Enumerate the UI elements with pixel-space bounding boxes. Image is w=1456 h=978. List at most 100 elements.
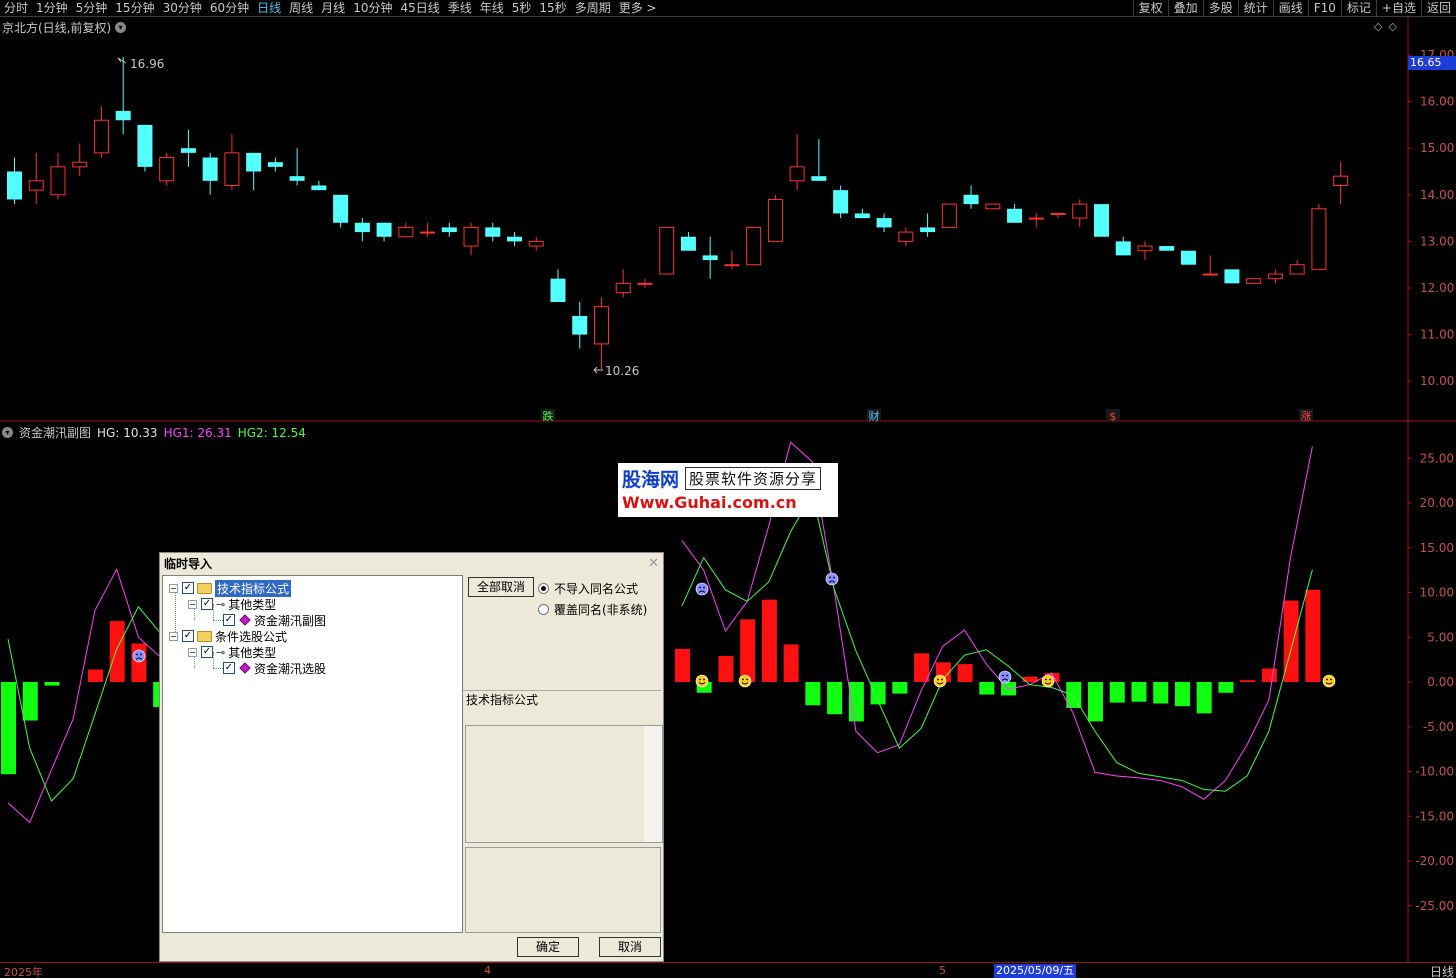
smiley-icon <box>1322 674 1336 688</box>
candle-body-down <box>702 255 718 261</box>
checkbox[interactable]: ✓ <box>201 646 213 658</box>
hist-bar-positive <box>131 643 147 682</box>
price-tick-label: 12.00 <box>1420 281 1454 295</box>
hist-bar-negative <box>44 682 60 686</box>
radio-skip-same-name[interactable]: 不导入同名公式 <box>538 580 638 597</box>
candle-body-down <box>1180 250 1196 265</box>
collapse-icon[interactable]: − <box>169 583 178 593</box>
frown-icon <box>825 572 839 586</box>
face-eye <box>941 678 943 681</box>
function-button-1[interactable]: 叠加 <box>1167 0 1203 17</box>
candle-body-up <box>1050 212 1066 215</box>
sub-tick-label: -5.00 <box>1423 720 1454 734</box>
frown-icon <box>998 670 1012 684</box>
max-arrow <box>117 57 127 64</box>
period-tab-12[interactable]: 年线 <box>476 0 508 17</box>
function-button-5[interactable]: F10 <box>1307 0 1341 17</box>
period-tab-11[interactable]: 季线 <box>444 0 476 17</box>
formula-description-box[interactable] <box>465 725 663 843</box>
function-button-4[interactable]: 画线 <box>1272 0 1308 17</box>
checkbox[interactable]: ✓ <box>201 598 213 610</box>
radio-overwrite[interactable]: 覆盖同名(非系统) <box>538 601 647 618</box>
period-tab-15[interactable]: 多周期 <box>571 0 615 17</box>
month-label-5: 5 <box>939 964 946 977</box>
candle-body-down <box>246 152 262 172</box>
function-button-7[interactable]: +自选 <box>1375 0 1421 17</box>
candle-body-down <box>854 213 870 219</box>
chevron-down-icon[interactable]: ▾ <box>115 22 127 33</box>
candle-body-up <box>28 180 44 191</box>
period-tab-14[interactable]: 15秒 <box>535 0 570 17</box>
candle-body-down <box>311 185 327 191</box>
period-tab-16[interactable]: 更多 > <box>615 0 661 17</box>
function-button-3[interactable]: 统计 <box>1237 0 1273 17</box>
scrollbar[interactable] <box>644 726 662 842</box>
close-icon[interactable]: ✕ <box>648 556 659 571</box>
close-small-icon[interactable]: ◇ <box>1388 20 1396 33</box>
candle-body-down <box>550 278 566 302</box>
face-eye <box>746 678 748 681</box>
function-button-6[interactable]: 标记 <box>1340 0 1376 17</box>
period-tab-13[interactable]: 5秒 <box>508 0 536 17</box>
tree-node-selection-formula[interactable]: ✓ 资金潮汛选股 <box>223 660 326 676</box>
period-tab-10[interactable]: 45日线 <box>396 0 443 17</box>
checkbox[interactable]: ✓ <box>182 630 194 642</box>
period-tab-3[interactable]: 15分钟 <box>111 0 158 17</box>
period-tab-1[interactable]: 1分钟 <box>32 0 72 17</box>
period-tab-5[interactable]: 60分钟 <box>206 0 253 17</box>
function-button-0[interactable]: 复权 <box>1132 0 1168 17</box>
period-tab-7[interactable]: 周线 <box>285 0 317 17</box>
hg-value: HG: 10.33 <box>97 425 158 440</box>
checkbox[interactable]: ✓ <box>223 662 235 674</box>
radio-button[interactable] <box>538 604 549 615</box>
candle-body-up <box>615 282 631 294</box>
period-tab-0[interactable]: 分时 <box>0 0 32 17</box>
period-tab-6[interactable]: 日线 <box>253 0 285 17</box>
candle-body-up <box>1311 208 1327 270</box>
face-eye <box>699 586 701 589</box>
formula-param-box[interactable] <box>465 847 661 933</box>
tree-label: 技术指标公式 <box>215 579 292 597</box>
function-button-2[interactable]: 多股 <box>1202 0 1238 17</box>
candle-body-down <box>876 218 892 228</box>
checkbox[interactable]: ✓ <box>182 582 194 594</box>
tree-node-subchart[interactable]: ✓ 资金潮汛副图 <box>223 612 326 628</box>
max-price-label: 16.96 <box>130 57 164 71</box>
period-tab-8[interactable]: 月线 <box>317 0 349 17</box>
dialog-title: 临时导入 <box>164 557 213 571</box>
chevron-down-icon[interactable]: ▾ <box>2 427 13 438</box>
period-tabs: 分时 1分钟 5分钟 15分钟 30分钟 60分钟 日线 周线 月线 10分钟 45日线 季线 年线 5秒… <box>0 0 661 17</box>
radio-button[interactable] <box>538 583 549 594</box>
ok-button[interactable]: 确定 <box>517 937 579 957</box>
collapse-icon[interactable]: − <box>169 631 178 641</box>
temp-import-dialog: 临时导入 ✕ − ✓ 技术指标公式 − ✓ ⊸ 其他类型 ✓ 资金潮汛副图 − <box>159 552 664 962</box>
checkbox[interactable]: ✓ <box>223 614 235 626</box>
hist-bar-negative <box>1218 682 1234 693</box>
sub-chart-title[interactable]: ▾ 资金潮汛副图 HG: 10.33 HG1: 26.31 HG2: 12.54 <box>2 424 306 441</box>
tree-node-other-type-2[interactable]: − ✓ ⊸ 其他类型 <box>188 644 276 660</box>
collapse-icon[interactable]: − <box>188 599 197 609</box>
period-tab-9[interactable]: 10分钟 <box>349 0 396 17</box>
collapse-icon[interactable]: − <box>188 647 197 657</box>
function-button-8[interactable]: 返回 <box>1420 0 1456 17</box>
hist-bar-negative <box>892 682 908 694</box>
sub-tick-label: 5.00 <box>1427 630 1454 644</box>
candle-body-down <box>572 315 588 335</box>
period-tab-4[interactable]: 30分钟 <box>159 0 206 17</box>
cancel-all-button[interactable]: 全部取消 <box>468 577 534 597</box>
main-chart-title[interactable]: 京北方(日线,前复权) ▾ <box>2 19 127 36</box>
diamond-icon[interactable]: ◇ <box>1374 20 1382 33</box>
radio-label: 覆盖同名(非系统) <box>554 603 648 617</box>
tree-node-indicator[interactable]: − ✓ 技术指标公式 <box>169 579 292 597</box>
candle-body-down <box>354 222 370 233</box>
candle-body-down <box>1224 269 1240 284</box>
dialog-titlebar[interactable]: 临时导入 ✕ <box>160 553 663 574</box>
candle-body-up <box>1072 203 1088 219</box>
tree-label: 其他类型 <box>228 645 277 660</box>
period-tab-2[interactable]: 5分钟 <box>72 0 112 17</box>
cancel-button[interactable]: 取消 <box>599 937 661 957</box>
tree-node-selection[interactable]: − ✓ 条件选股公式 <box>169 628 287 644</box>
hist-bar-positive <box>1305 589 1321 682</box>
sub-tick-label: 10.00 <box>1420 586 1454 600</box>
tree-node-other-type[interactable]: − ✓ ⊸ 其他类型 <box>188 596 276 612</box>
